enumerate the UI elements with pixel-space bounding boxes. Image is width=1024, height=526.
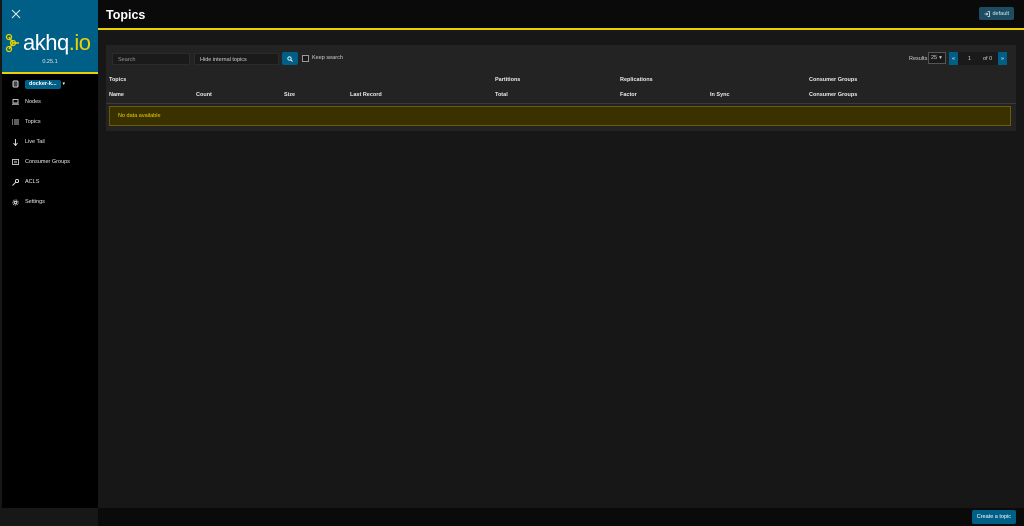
chevron-right-icon: » [1000,55,1005,62]
version-label: 0.25.1 [42,59,58,65]
group-header-consumer-groups: Consumer Groups [809,77,858,83]
column-header: Size [284,92,296,98]
column-header: Name [109,92,124,98]
default-label: default [992,10,1009,17]
list-icon [12,119,19,126]
empty-state-message: No data available [109,106,1011,126]
results-value: 25 [931,55,938,61]
login-icon [984,10,991,17]
logo-area: akhq.io 0.25.1 [2,0,98,74]
search-button[interactable] [282,52,298,65]
sidebar-item-live-tail[interactable]: Live Tail [2,137,98,147]
page-total: of 0 [983,56,993,62]
prev-page-button[interactable]: « [949,52,958,65]
column-header: Total [495,92,508,98]
sidebar-item-label: Consumer Groups [25,159,70,165]
sidebar-item-label: Nodes [25,99,41,105]
arrow-down-icon [12,138,19,146]
group-header-partitions: Partitions [495,77,521,83]
column-header: In Sync [710,92,730,98]
sidebar-item-label: ACLS [25,179,40,185]
sidebar-item-topics[interactable]: Topics [2,117,98,127]
akhq-logo-icon [5,33,19,53]
topics-panel: Search Hide internal topics Keep search … [106,45,1016,131]
cluster-selector[interactable]: docker-k... ▾ [2,79,98,89]
sidebar-item-consumer-groups[interactable]: Consumer Groups [2,157,98,167]
default-cluster-button[interactable]: default [979,7,1014,20]
keep-search-checkbox[interactable] [302,55,309,62]
column-header: Consumer Groups [809,92,858,98]
search-input[interactable]: Search [112,53,190,65]
group-header-replications: Replications [620,77,653,83]
table-column-header: Name Count Size Last Record Total Factor… [106,89,1016,104]
chevron-down-icon: ▾ [939,55,942,61]
group-header-topics: Topics [109,77,127,83]
close-icon[interactable] [11,9,21,19]
search-icon [287,55,293,62]
column-header: Count [196,92,212,98]
sidebar-item-settings[interactable]: Settings [2,197,98,207]
sidebar: akhq.io 0.25.1 docker-k... ▾ Nodes Topic… [2,0,98,508]
page-current: 1 [968,56,972,62]
groups-icon [12,159,19,166]
sidebar-item-label: Live Tail [25,139,45,145]
next-page-button[interactable]: » [998,52,1007,65]
database-icon [12,80,19,88]
topic-filter-select[interactable]: Hide internal topics [194,53,279,65]
gear-icon [12,198,19,206]
footer-bar: Create a topic [98,508,1024,526]
column-header: Last Record [350,92,382,98]
laptop-icon [12,99,19,106]
page-title: Topics [106,8,146,22]
keep-search-label: Keep search [312,55,343,61]
sidebar-item-label: Settings [25,199,45,205]
sidebar-item-nodes[interactable]: Nodes [2,97,98,107]
chevron-left-icon: « [951,55,956,62]
cluster-button[interactable]: docker-k... [25,79,61,89]
results-label: Results [909,56,928,62]
key-icon [12,178,19,186]
pagination: 1 of 0 [958,52,998,65]
chevron-down-icon[interactable]: ▾ [63,81,66,87]
sidebar-item-label: Topics [25,119,41,125]
table-group-header: Topics Partitions Replications Consumer … [106,74,1016,88]
page-header: Topics default [98,0,1024,30]
logo: akhq.io [5,30,91,56]
column-header: Factor [620,92,637,98]
sidebar-item-acls[interactable]: ACLS [2,177,98,187]
results-per-page-select[interactable]: 25 ▾ [928,52,946,64]
logo-text: akhq.io [23,30,91,55]
create-topic-button[interactable]: Create a topic [971,510,1016,524]
